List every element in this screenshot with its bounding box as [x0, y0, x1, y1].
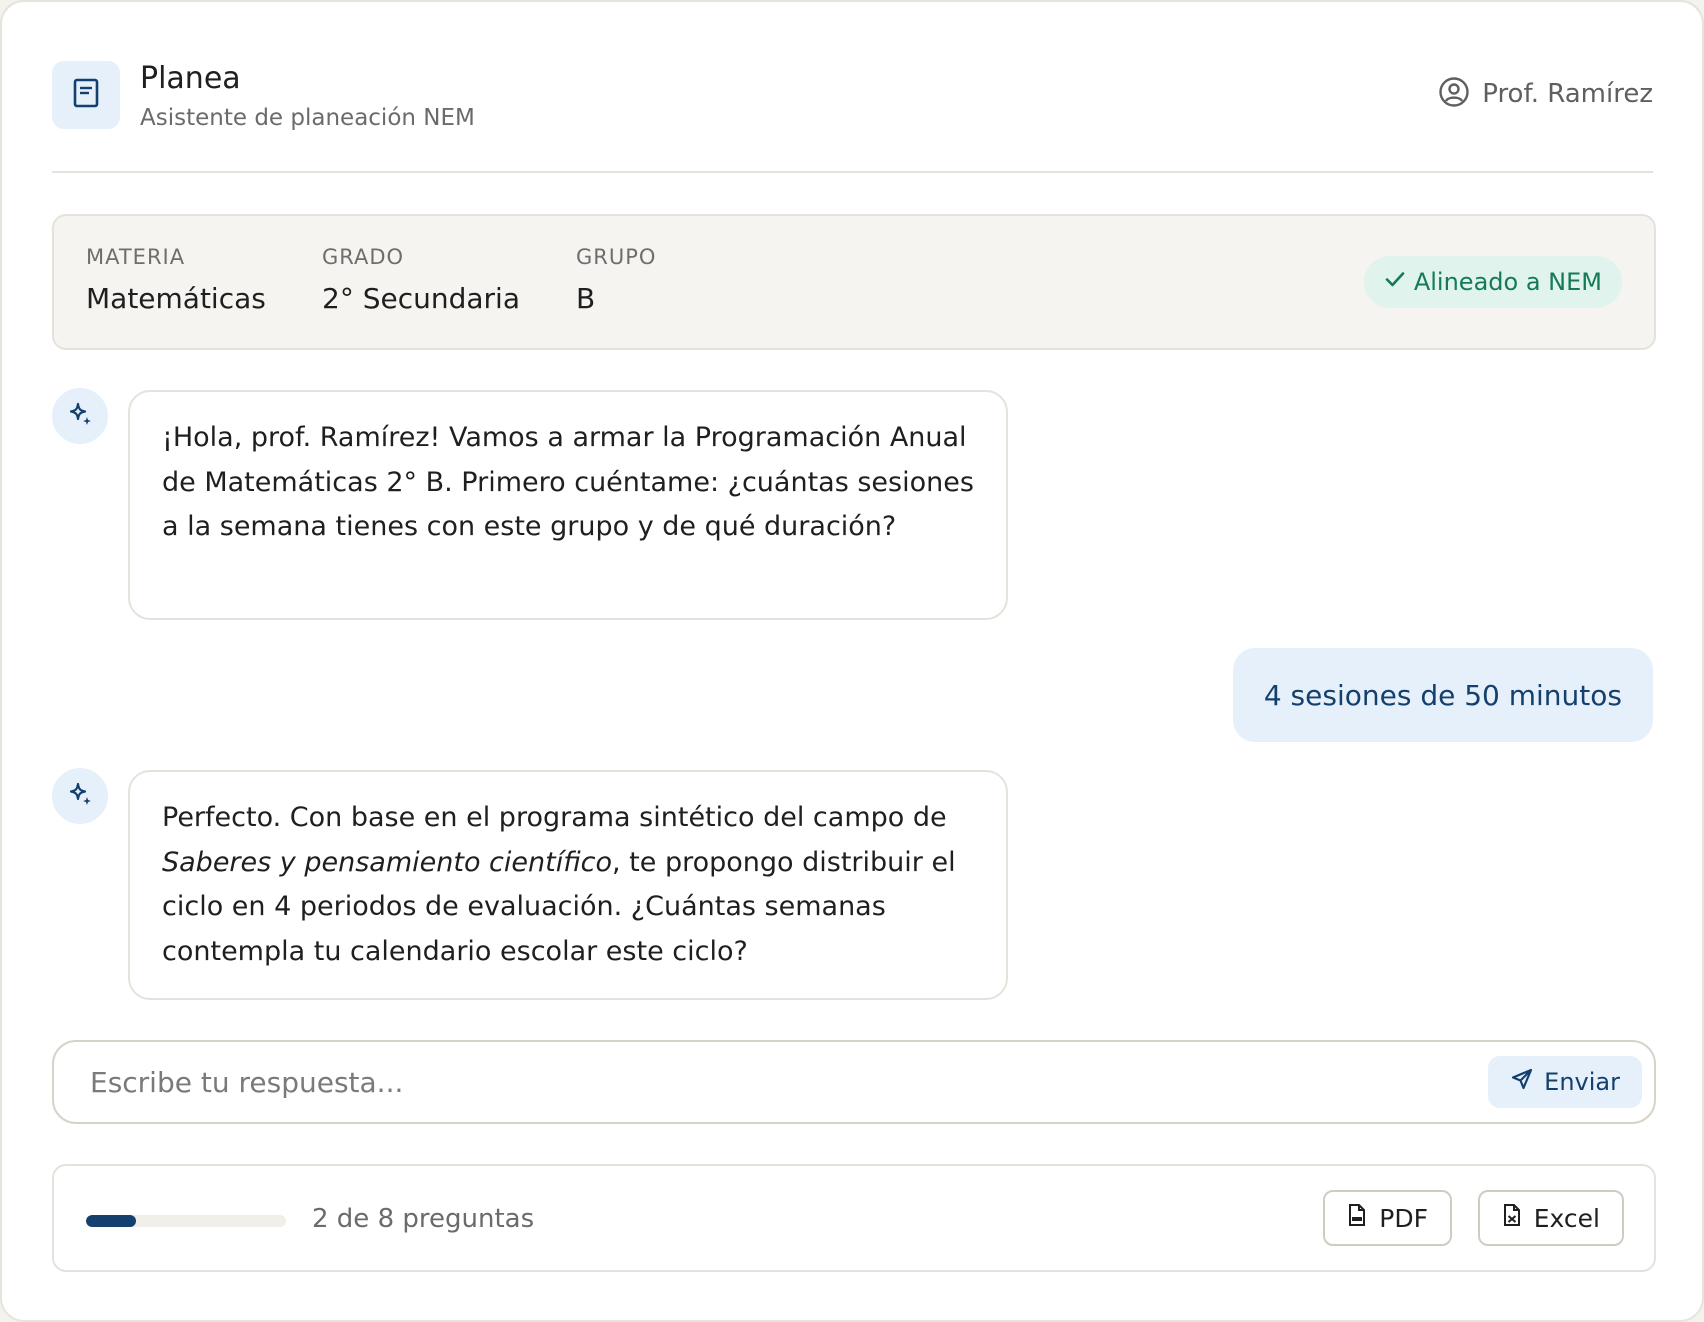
user-menu[interactable]: Prof. Ramírez: [1438, 76, 1653, 112]
reply-input[interactable]: [90, 1060, 1390, 1104]
context-bar: MATERIA Matemáticas GRADO 2° Secundaria …: [52, 214, 1656, 350]
assistant-message: Perfecto. Con base en el programa sintét…: [128, 770, 1008, 1000]
xls-file-icon: [1502, 1203, 1522, 1233]
context-value: Matemáticas: [86, 282, 266, 315]
user-circle-icon: [1438, 76, 1470, 112]
badge-label: Alineado a NEM: [1413, 268, 1602, 296]
send-button-label: Enviar: [1544, 1068, 1620, 1096]
context-value: B: [576, 282, 596, 315]
export-pdf-label: PDF: [1379, 1203, 1428, 1233]
nem-aligned-badge: Alineado a NEM: [1363, 256, 1622, 308]
export-pdf-button[interactable]: PDF: [1323, 1190, 1452, 1246]
check-icon: [1384, 268, 1406, 296]
context-label: MATERIA: [86, 245, 186, 269]
send-icon: [1510, 1067, 1534, 1097]
progress-text: 2 de 8 preguntas: [312, 1204, 535, 1234]
context-field-materia: MATERIA Matemáticas: [86, 244, 266, 316]
context-label: GRUPO: [576, 245, 657, 269]
context-value: 2° Secundaria: [322, 282, 520, 315]
app-card: Planea Asistente de planeación NEM Prof.…: [0, 0, 1704, 1322]
header: Planea Asistente de planeación NEM Prof.…: [52, 61, 1653, 173]
context-field-grupo: GRUPO B: [576, 244, 656, 316]
app-logo: [52, 61, 120, 129]
app-title: Planea: [140, 61, 241, 96]
send-button[interactable]: Enviar: [1488, 1056, 1642, 1108]
sparkle-icon: [67, 401, 93, 431]
message-text: Perfecto. Con base en el programa sintét…: [162, 802, 947, 833]
pdf-file-icon: [1347, 1203, 1367, 1233]
progress-footer: 2 de 8 preguntas PDF Excel: [52, 1164, 1656, 1272]
assistant-avatar: [52, 768, 108, 824]
user-name: Prof. Ramírez: [1482, 79, 1653, 109]
message-emphasis: Saberes y pensamiento científico: [162, 846, 613, 878]
progress-bar: [86, 1215, 286, 1227]
context-field-grado: GRADO 2° Secundaria: [322, 244, 520, 316]
notebook-icon: [73, 78, 99, 112]
assistant-message: ¡Hola, prof. Ramírez! Vamos a armar la P…: [128, 390, 1008, 620]
sparkle-icon: [67, 781, 93, 811]
export-excel-label: Excel: [1533, 1203, 1600, 1233]
header-divider: [52, 171, 1653, 173]
reply-composer: Enviar: [52, 1040, 1656, 1124]
export-excel-button[interactable]: Excel: [1477, 1190, 1624, 1246]
user-message: 4 sesiones de 50 minutos: [1232, 648, 1653, 742]
context-label: GRADO: [322, 245, 405, 269]
progress-fill: [86, 1215, 136, 1227]
app-subtitle: Asistente de planeación NEM: [140, 105, 475, 131]
assistant-avatar: [52, 388, 108, 444]
